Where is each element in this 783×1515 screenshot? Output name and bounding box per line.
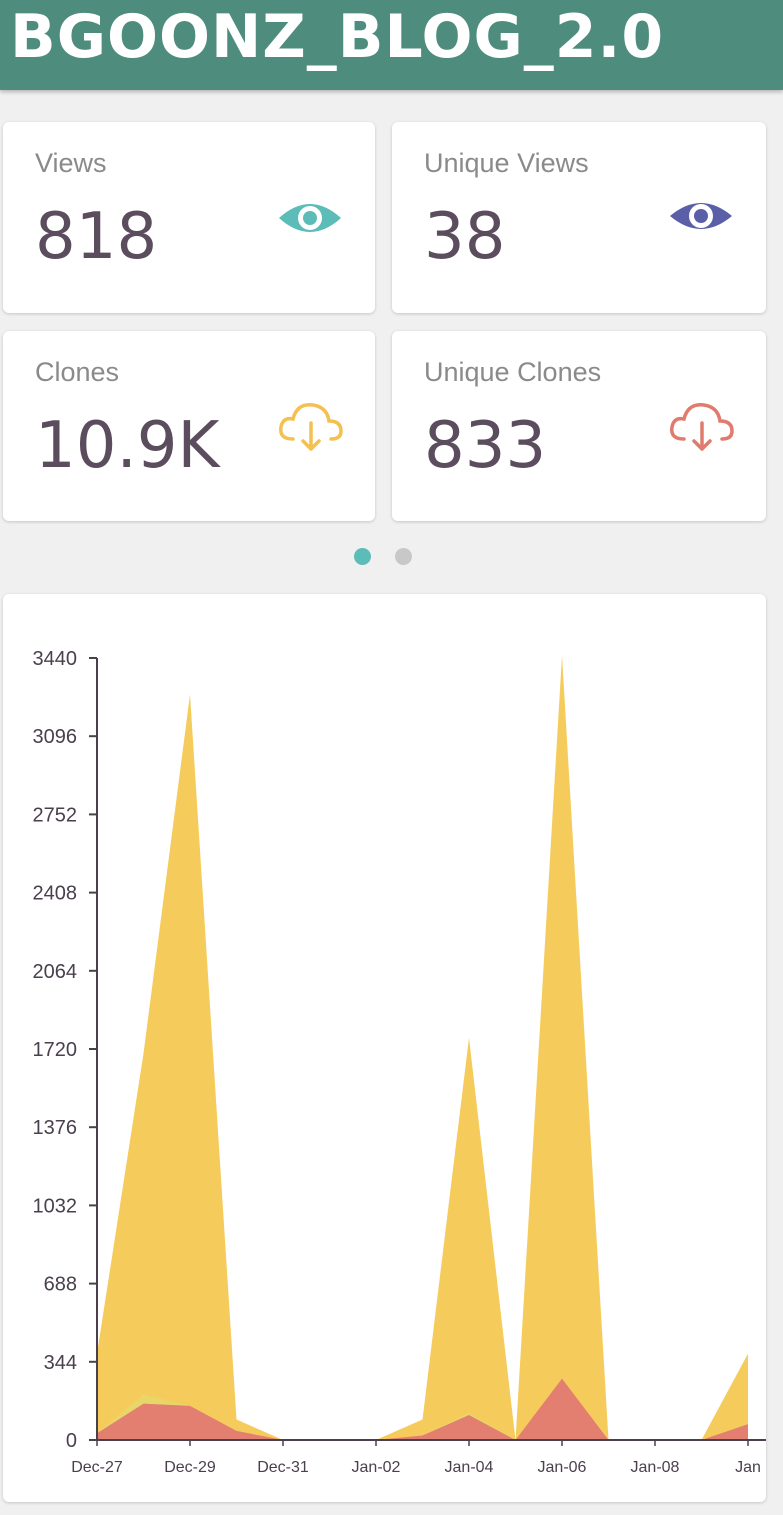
x-tick-label: Jan-08 — [631, 1459, 680, 1476]
unique-views-card[interactable]: Unique Views 38 — [392, 122, 766, 313]
views-card[interactable]: Views 818 — [3, 122, 375, 313]
x-tick-label: Jan-06 — [538, 1459, 587, 1476]
x-tick-label: Dec-31 — [257, 1459, 309, 1476]
pager-dot-2[interactable] — [395, 548, 412, 565]
y-tick-label: 2408 — [33, 883, 78, 905]
app-header: BGOONZ_BLOG_2.0 — [0, 0, 783, 90]
card-label: Unique Clones — [424, 357, 602, 387]
y-tick-label: 3096 — [33, 726, 78, 748]
cloud-download-icon — [279, 403, 343, 451]
card-value: 10.9K — [35, 409, 220, 483]
traffic-area-chart: 0 344 688 1032 1376 1720 2064 2408 2752 3096 3440 D… — [33, 648, 766, 1476]
eye-icon — [670, 203, 732, 229]
x-tick-label: Dec-27 — [71, 1459, 123, 1476]
card-value: 818 — [35, 200, 158, 274]
traffic-chart-card: 0 344 688 1032 1376 1720 2064 2408 2752 3096 3440 D… — [3, 594, 766, 1502]
page-title: BGOONZ_BLOG_2.0 — [10, 2, 665, 72]
y-tick-label: 1032 — [33, 1195, 78, 1217]
x-tick-label: Jan-04 — [445, 1459, 494, 1476]
y-tick-label: 3440 — [33, 648, 78, 670]
unique-clones-card[interactable]: Unique Clones 833 — [392, 331, 766, 521]
eye-icon — [279, 194, 341, 232]
x-tick-label: Jan — [735, 1459, 761, 1476]
y-tick-label: 2752 — [33, 804, 78, 826]
card-value: 833 — [424, 409, 547, 483]
card-label: Views — [35, 148, 107, 178]
card-label: Clones — [35, 357, 120, 387]
y-tick-label: 1376 — [33, 1117, 78, 1139]
y-tick-label: 688 — [44, 1274, 77, 1296]
y-tick-label: 0 — [66, 1430, 77, 1452]
pager-dot-1[interactable] — [354, 548, 371, 565]
cloud-download-icon — [670, 403, 734, 451]
card-value: 38 — [424, 200, 506, 274]
card-label: Unique Views — [424, 148, 589, 178]
x-tick-label: Jan-02 — [352, 1459, 401, 1476]
x-tick-label: Dec-29 — [164, 1459, 216, 1476]
carousel-pager — [0, 548, 783, 568]
y-tick-label: 344 — [44, 1352, 77, 1374]
y-tick-label: 1720 — [33, 1039, 78, 1061]
clones-card[interactable]: Clones 10.9K — [3, 331, 375, 521]
series-area-1 — [97, 655, 748, 1440]
y-tick-label: 2064 — [33, 961, 78, 983]
